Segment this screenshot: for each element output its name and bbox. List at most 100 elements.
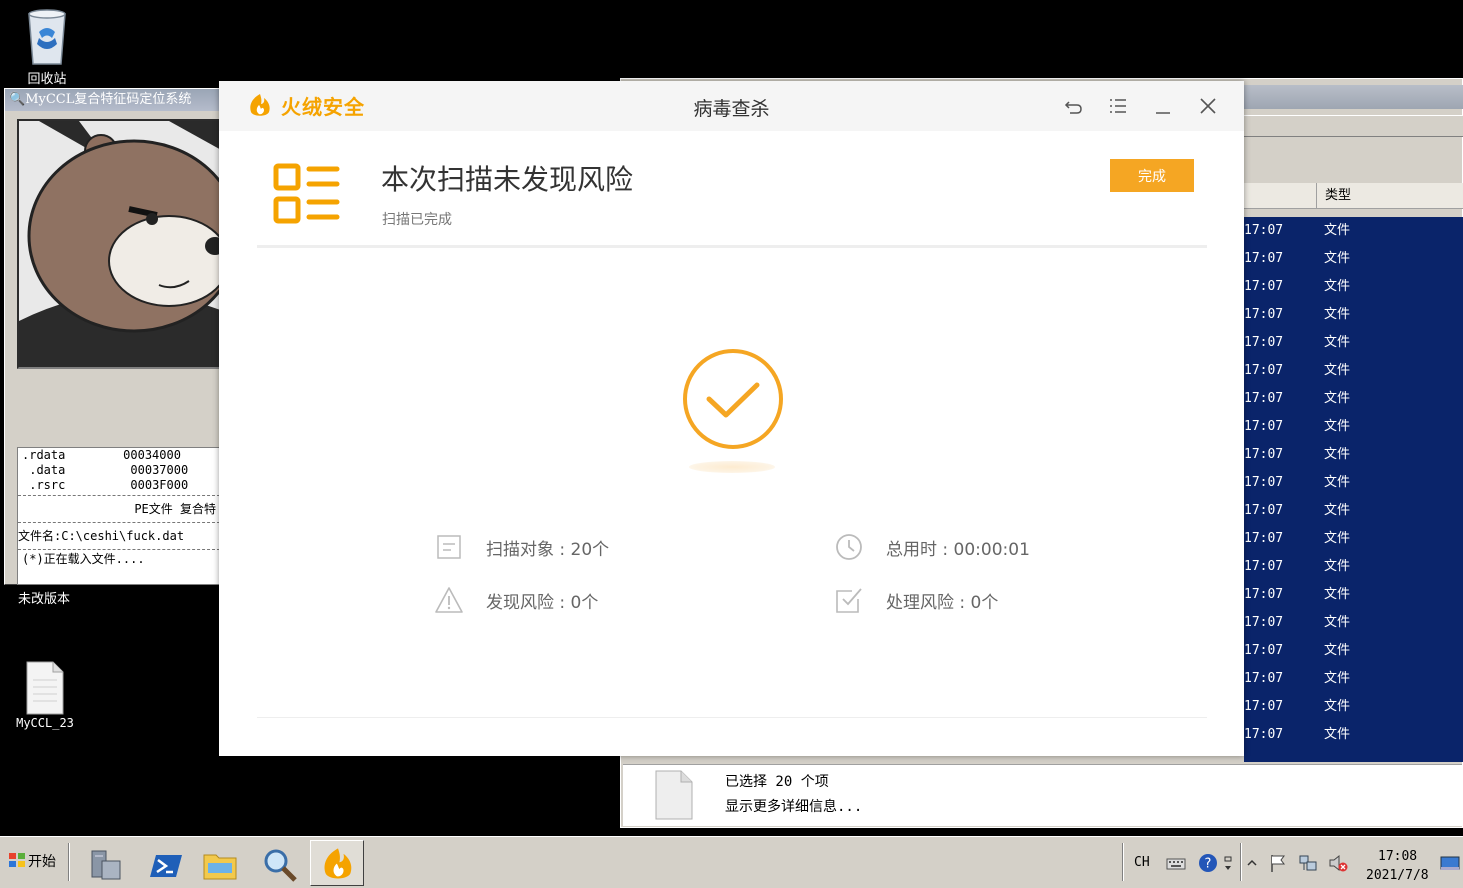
result-headline: 本次扫描未发现风险 bbox=[381, 163, 634, 196]
file-type: 文件 bbox=[1324, 699, 1351, 714]
huorong-titlebar[interactable]: 火绒安全 病毒查杀 bbox=[219, 81, 1244, 131]
taskbar-server-manager[interactable] bbox=[78, 840, 132, 886]
file-type: 文件 bbox=[1324, 363, 1351, 378]
file-row[interactable]: 17:07 文件 bbox=[1244, 301, 1463, 329]
done-button[interactable]: 完成 bbox=[1110, 159, 1194, 192]
keyboard-icon[interactable] bbox=[1166, 853, 1186, 873]
taskbar-file-explorer[interactable] bbox=[192, 840, 246, 886]
risks-handled-text: 处理风险 : 0个 bbox=[886, 593, 999, 613]
file-row[interactable]: 17:07 文件 bbox=[1244, 721, 1463, 749]
back-button[interactable] bbox=[1061, 93, 1087, 119]
explorer-titlebar[interactable] bbox=[1244, 85, 1463, 109]
file-row[interactable]: 17:07 文件 bbox=[1244, 469, 1463, 497]
show-more-details[interactable]: 显示更多详细信息... bbox=[725, 796, 862, 816]
clock-time[interactable]: 17:08 bbox=[1378, 849, 1417, 864]
start-button[interactable]: 开始 bbox=[2, 845, 62, 879]
scan-objects-text: 扫描对象 : 20个 bbox=[486, 540, 610, 560]
file-row[interactable]: 17:07 文件 bbox=[1244, 553, 1463, 581]
myccl-window[interactable]: 🔍MyCCL复合特征码定位系统 .rdata 00034000 .data 00… bbox=[4, 88, 221, 585]
ime-options-icon[interactable] bbox=[1222, 853, 1234, 873]
file-row[interactable]: 17:07 文件 bbox=[1244, 581, 1463, 609]
old-version-label: 未改版本 bbox=[18, 592, 71, 607]
minimize-button[interactable] bbox=[1150, 93, 1176, 119]
huorong-brand: 火绒安全 bbox=[281, 95, 365, 119]
file-row[interactable]: 17:07 文件 bbox=[1244, 245, 1463, 273]
file-row[interactable]: 17:07 文件 bbox=[1244, 693, 1463, 721]
help-icon[interactable]: ? bbox=[1198, 853, 1218, 873]
total-time-text: 总用时 : 00:00:01 bbox=[886, 540, 1030, 560]
taskbar-huorong[interactable] bbox=[310, 840, 364, 886]
selection-count: 已选择 20 个项 bbox=[725, 774, 829, 790]
show-desktop-icon[interactable] bbox=[1440, 853, 1460, 873]
file-row[interactable]: 17:07 文件 bbox=[1244, 665, 1463, 693]
volume-muted-icon[interactable] bbox=[1328, 853, 1348, 873]
myccl-titlebar[interactable]: 🔍MyCCL复合特征码定位系统 bbox=[5, 89, 219, 111]
column-header-type[interactable]: 类型 bbox=[1316, 183, 1351, 209]
network-icon[interactable] bbox=[1298, 853, 1318, 873]
file-type: 文件 bbox=[1324, 727, 1351, 742]
close-button[interactable] bbox=[1195, 93, 1221, 119]
taskbar-search-app[interactable] bbox=[252, 840, 306, 886]
file-modified-time: 17:07 bbox=[1244, 419, 1284, 434]
footer-divider bbox=[257, 717, 1207, 718]
clock-icon bbox=[836, 534, 862, 560]
minimize-icon bbox=[1156, 112, 1170, 114]
file-type: 文件 bbox=[1324, 419, 1351, 434]
magnifier-icon: 🔍 bbox=[9, 92, 26, 107]
scan-report-icon bbox=[273, 163, 340, 224]
myccl-file-desktop-icon[interactable]: MyCCL_23 bbox=[10, 660, 80, 730]
start-label: 开始 bbox=[28, 854, 56, 870]
show-hidden-icons-chevron-icon[interactable] bbox=[1246, 853, 1258, 873]
file-modified-time: 17:07 bbox=[1244, 279, 1284, 294]
file-row[interactable]: 17:07 文件 bbox=[1244, 441, 1463, 469]
file-type: 文件 bbox=[1324, 615, 1351, 630]
windows-flag-icon bbox=[9, 853, 25, 867]
file-row[interactable]: 17:07 文件 bbox=[1244, 497, 1463, 525]
file-row[interactable]: 17:07 文件 bbox=[1244, 637, 1463, 665]
file-type: 文件 bbox=[1324, 391, 1351, 406]
file-row[interactable]: 17:07 文件 bbox=[1244, 385, 1463, 413]
document-icon bbox=[655, 770, 693, 820]
file-type: 文件 bbox=[1324, 587, 1351, 602]
file-row[interactable]: 17:07 文件 bbox=[1244, 609, 1463, 637]
header-divider bbox=[257, 245, 1207, 248]
warning-icon bbox=[435, 587, 463, 613]
file-modified-time: 17:07 bbox=[1244, 727, 1284, 742]
menu-button[interactable] bbox=[1105, 93, 1131, 119]
file-row[interactable]: 17:07 文件 bbox=[1244, 413, 1463, 441]
document-icon bbox=[26, 661, 64, 715]
file-modified-time: 17:07 bbox=[1244, 391, 1284, 406]
file-modified-time: 17:07 bbox=[1244, 475, 1284, 490]
file-modified-time: 17:07 bbox=[1244, 699, 1284, 714]
huorong-window[interactable]: 火绒安全 病毒查杀 本次扫描未发现风险 扫描已完成 完成 扫描对象: 20个 … bbox=[219, 81, 1244, 756]
file-type: 文件 bbox=[1324, 307, 1351, 322]
file-row[interactable]: 17:07 文件 bbox=[1244, 357, 1463, 385]
file-type: 文件 bbox=[1324, 335, 1351, 350]
explorer-toolbar bbox=[1244, 115, 1463, 137]
recycle-bin-desktop-icon[interactable]: 回收站 bbox=[12, 6, 82, 87]
myccl-file-label: MyCCL_23 bbox=[16, 716, 74, 730]
recycle-bin-icon bbox=[28, 9, 66, 65]
file-list[interactable]: 17:07 文件 17:07 文件 17:07 文件 17:07 文件 17:07 文件 17:07… bbox=[1244, 217, 1463, 762]
magnifier-icon bbox=[264, 849, 297, 882]
file-modified-time: 17:07 bbox=[1244, 643, 1284, 658]
action-center-flag-icon[interactable] bbox=[1268, 853, 1288, 873]
taskbar-powershell[interactable] bbox=[138, 840, 192, 886]
file-modified-time: 17:07 bbox=[1244, 587, 1284, 602]
document-outline-icon bbox=[437, 535, 461, 559]
clock-date[interactable]: 2021/7/8 bbox=[1366, 868, 1429, 883]
file-row[interactable]: 17:07 文件 bbox=[1244, 329, 1463, 357]
file-type: 文件 bbox=[1324, 251, 1351, 266]
file-row[interactable]: 17:07 文件 bbox=[1244, 273, 1463, 301]
file-modified-time: 17:07 bbox=[1244, 335, 1284, 350]
ime-indicator[interactable]: CH bbox=[1134, 855, 1150, 870]
bear-avatar-image bbox=[17, 119, 221, 369]
powershell-icon bbox=[150, 855, 182, 877]
result-subline: 扫描已完成 bbox=[382, 212, 452, 228]
file-modified-time: 17:07 bbox=[1244, 531, 1284, 546]
file-row[interactable]: 17:07 文件 bbox=[1244, 525, 1463, 553]
svg-text:?: ? bbox=[1205, 857, 1212, 872]
file-row[interactable]: 17:07 文件 bbox=[1244, 217, 1463, 245]
section-row: .data 00037000 bbox=[29, 463, 189, 477]
myccl-title: MyCCL复合特征码定位系统 bbox=[25, 92, 192, 107]
